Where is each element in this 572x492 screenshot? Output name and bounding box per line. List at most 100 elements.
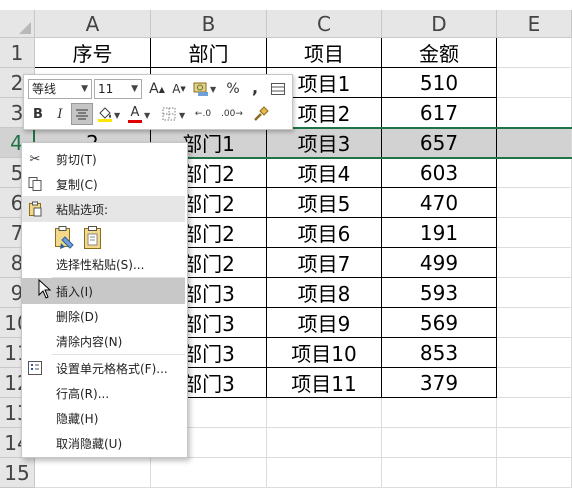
table-cell[interactable]: 项目10 [267,338,382,368]
table-cell[interactable]: 603 [382,158,497,188]
table-cell[interactable]: 项目8 [267,278,382,308]
mini-toolbar: 等线 ▼ 11 ▼ A ▲ A ▼ ▼ % , B I ▼ A ▼ ▼ ←.0 … [23,74,293,130]
clipboard-icon [26,200,44,218]
empty-cell[interactable] [497,308,572,338]
select-all-corner[interactable] [0,10,35,38]
column-header-a[interactable]: A [35,10,151,38]
empty-cell[interactable] [497,458,572,488]
menu-item-row-height[interactable]: 行高(R)... [22,380,185,406]
menu-item-insert-label: 插入(I) [56,284,93,299]
empty-cell[interactable] [497,128,572,158]
chevron-down-icon[interactable]: ▼ [179,111,185,120]
empty-cell[interactable] [267,398,382,428]
column-header-e[interactable]: E [497,10,572,38]
table-cell[interactable]: 593 [382,278,497,308]
table-cell[interactable]: 项目3 [267,128,382,158]
empty-cell[interactable] [497,248,572,278]
empty-cell[interactable] [497,38,572,68]
borders-icon [162,107,176,121]
menu-item-insert[interactable]: 插入(I) [22,278,185,304]
format-painter-button[interactable] [250,103,272,125]
format-painter-icon [254,106,269,121]
row-header-15[interactable]: 15 [0,458,35,488]
empty-cell[interactable] [497,338,572,368]
table-cell[interactable]: 617 [382,98,497,128]
header-cell[interactable]: 项目 [267,38,382,68]
empty-cell[interactable] [497,428,572,458]
font-color-button[interactable]: A [124,103,146,125]
table-cell[interactable]: 470 [382,188,497,218]
empty-cell[interactable] [382,398,497,428]
percent-style-button[interactable]: % [222,78,244,100]
empty-cell[interactable] [497,278,572,308]
empty-cell[interactable] [497,98,572,128]
table-cell[interactable]: 项目11 [267,368,382,398]
empty-cell[interactable] [497,188,572,218]
menu-item-clear-contents[interactable]: 清除内容(N) [22,328,185,354]
font-name-combo[interactable]: 等线 ▼ [28,79,92,99]
merge-center-button[interactable] [267,78,289,100]
table-cell[interactable]: 191 [382,218,497,248]
menu-item-format-cells[interactable]: 设置单元格格式(F)... [22,355,185,381]
table-cell[interactable]: 项目4 [267,158,382,188]
shrink-font-button[interactable]: A ▼ [168,78,190,100]
font-color-swatch [128,119,142,123]
empty-cell[interactable] [382,458,497,488]
table-cell[interactable]: 项目5 [267,188,382,218]
table-cell[interactable]: 379 [382,368,497,398]
comma-style-button[interactable]: , [244,76,266,98]
empty-cell[interactable] [267,428,382,458]
accounting-format-button[interactable] [190,78,212,100]
chevron-down-icon[interactable]: ▼ [144,111,150,120]
empty-cell[interactable] [497,158,572,188]
empty-cell[interactable] [35,458,151,488]
paste-format-icon[interactable] [52,225,76,254]
menu-item-format-cells-label: 设置单元格格式(F)... [56,361,168,376]
empty-cell[interactable] [497,68,572,98]
column-header-b[interactable]: B [151,10,267,38]
increase-decimal-button[interactable]: ←.0 [189,103,217,125]
fill-color-button[interactable] [94,103,116,125]
bold-button[interactable]: B [27,103,49,125]
menu-item-delete-label: 删除(D) [56,309,99,324]
table-cell[interactable]: 510 [382,68,497,98]
table-cell[interactable]: 853 [382,338,497,368]
grow-font-button[interactable]: A ▲ [146,78,168,100]
menu-item-copy[interactable]: 复制(C) [22,171,185,197]
menu-item-unhide[interactable]: 取消隐藏(U) [22,430,185,456]
table-cell[interactable]: 项目9 [267,308,382,338]
italic-button[interactable]: I [49,103,71,125]
font-name-value: 等线 [32,82,57,96]
paste-icon[interactable] [81,225,105,254]
row-header-1[interactable]: 1 [0,38,35,68]
font-size-combo[interactable]: 11 ▼ [94,79,142,99]
column-header-d[interactable]: D [382,10,497,38]
font-color-letter: A [130,104,140,120]
empty-cell[interactable] [382,428,497,458]
decrease-decimal-button[interactable]: .00→ [218,103,246,125]
header-cell[interactable]: 金额 [382,38,497,68]
header-cell[interactable]: 部门 [151,38,267,68]
header-cell[interactable]: 序号 [35,38,151,68]
table-cell[interactable]: 657 [382,128,497,158]
table-cell[interactable]: 项目6 [267,218,382,248]
menu-item-clear-contents-label: 清除内容(N) [56,334,123,349]
align-center-button[interactable] [71,103,93,125]
borders-button[interactable] [158,103,180,125]
empty-cell[interactable] [497,398,572,428]
empty-cell[interactable] [151,458,267,488]
column-header-c[interactable]: C [267,10,382,38]
empty-cell[interactable] [497,218,572,248]
menu-header-paste-options: 粘贴选项: [22,196,185,222]
menu-item-cut[interactable]: ✂ 剪切(T) [22,146,185,172]
table-cell[interactable]: 499 [382,248,497,278]
table-cell[interactable]: 569 [382,308,497,338]
chevron-down-icon[interactable]: ▼ [210,85,216,94]
empty-cell[interactable] [497,368,572,398]
empty-cell[interactable] [267,458,382,488]
menu-item-delete[interactable]: 删除(D) [22,303,185,329]
table-cell[interactable]: 项目7 [267,248,382,278]
menu-item-hide[interactable]: 隐藏(H) [22,405,185,431]
menu-item-paste-special[interactable]: 选择性粘贴(S)... [22,251,185,277]
chevron-down-icon[interactable]: ▼ [114,111,120,120]
